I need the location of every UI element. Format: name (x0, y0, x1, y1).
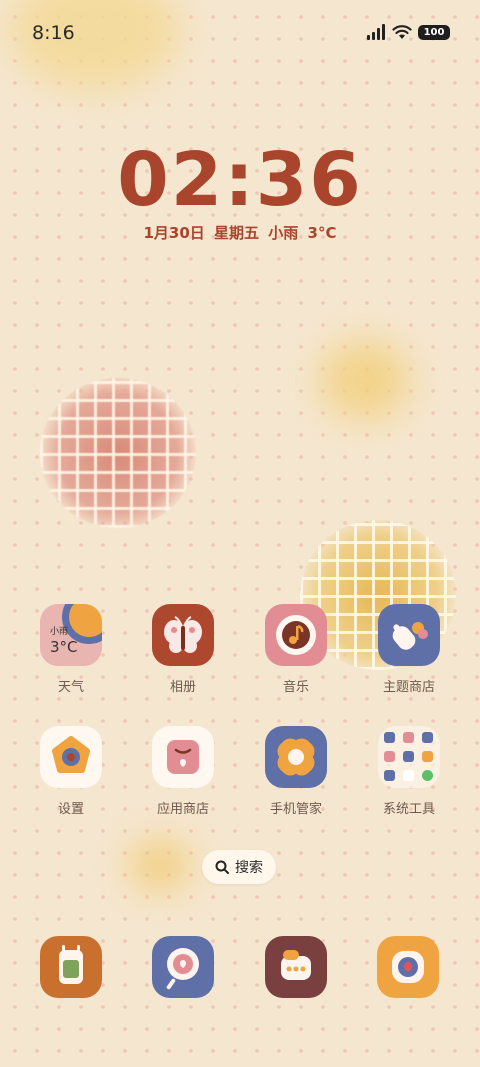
search-button[interactable]: 搜索 (202, 850, 276, 884)
search-label: 搜索 (235, 860, 263, 876)
clock-temperature: 3°C (307, 224, 337, 242)
butterfly-icon (152, 604, 214, 666)
clock-date-line[interactable]: 1月30日 星期五 小雨 3°C (0, 222, 480, 243)
app-gallery[interactable]: 相册 (138, 604, 228, 695)
messages-app-icon[interactable] (265, 936, 327, 998)
status-bar: 8:16 100 (0, 0, 480, 68)
weather-app-icon: 小雨 3°C (40, 604, 102, 666)
clock-weather: 小雨 (268, 224, 299, 242)
bandage-icon (265, 726, 327, 788)
phone-app-icon[interactable] (40, 936, 102, 998)
app-label: 音乐 (282, 680, 309, 695)
camera-app-icon[interactable] (377, 936, 439, 998)
app-music[interactable]: 音乐 (251, 604, 341, 695)
app-theme-store[interactable]: 主题商店 (364, 604, 454, 695)
music-note-icon (265, 604, 327, 666)
browser-app-icon[interactable] (152, 936, 214, 998)
app-label: 主题商店 (382, 680, 435, 695)
app-label: 设置 (57, 802, 84, 817)
app-label: 应用商店 (156, 802, 209, 817)
gear-icon (40, 726, 102, 788)
background-plaid-pink (40, 378, 196, 528)
wifi-icon (392, 25, 412, 39)
app-label: 相册 (169, 680, 196, 695)
app-phone-manager[interactable]: 手机管家 (251, 726, 341, 817)
app-settings[interactable]: 设置 (26, 726, 116, 817)
weather-widget-temp: 3°C (50, 638, 78, 656)
clock-time[interactable]: 02:36 (0, 140, 480, 220)
battery-icon: 100 (418, 24, 450, 40)
search-icon (215, 860, 229, 874)
app-app-store[interactable]: 应用商店 (138, 726, 228, 817)
status-time: 8:16 (32, 22, 75, 44)
app-weather[interactable]: 小雨 3°C 天气 (26, 604, 116, 695)
app-system-tools-folder[interactable]: 系统工具 (364, 726, 454, 817)
brush-icon (378, 604, 440, 666)
shopping-bag-icon (152, 726, 214, 788)
status-icons: 100 (366, 24, 450, 40)
app-label: 系统工具 (382, 802, 435, 817)
signal-icon (367, 24, 385, 40)
folder-icon (378, 726, 440, 788)
app-label: 手机管家 (269, 802, 322, 817)
app-label: 天气 (57, 680, 84, 695)
background-glow-yellow-low (130, 840, 190, 890)
weather-widget-desc: 小雨 (50, 627, 69, 637)
clock-date: 1月30日 (143, 224, 205, 242)
background-glow-yellow-mid (320, 340, 410, 420)
clock-weekday: 星期五 (214, 224, 260, 242)
